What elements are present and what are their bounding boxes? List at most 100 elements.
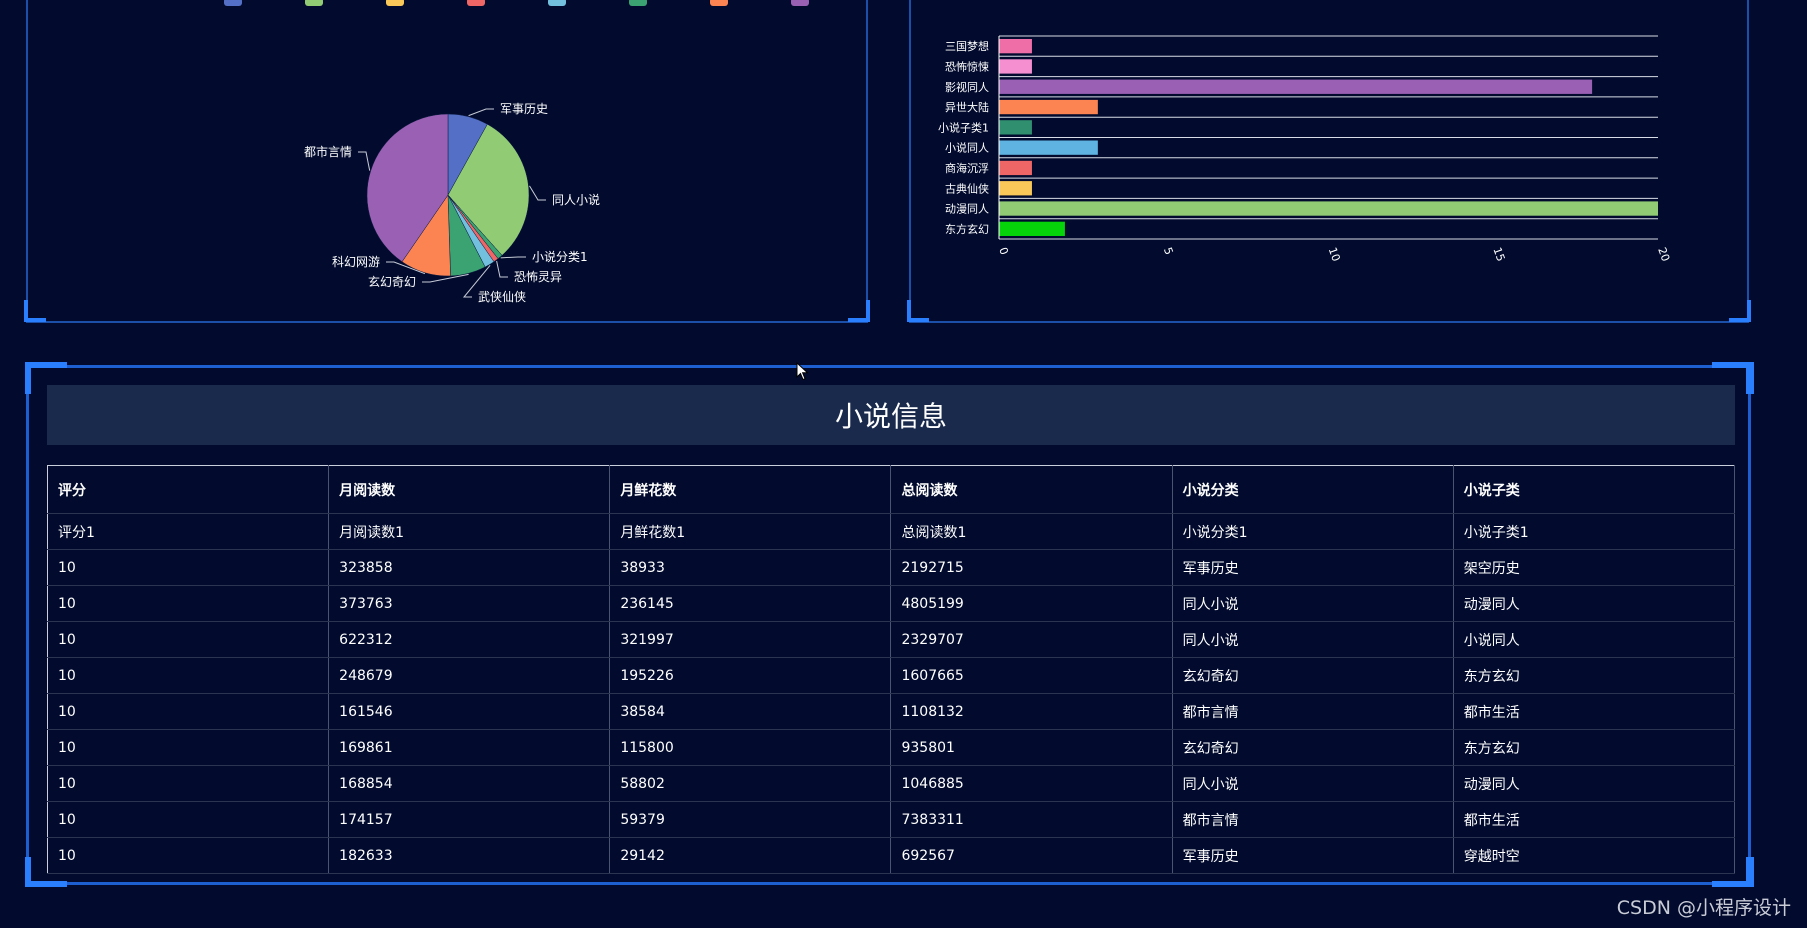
pie-label-line <box>358 151 371 171</box>
table-cell: 692567 <box>890 837 1173 874</box>
bar-chart: 三国梦想恐怖惊悚影视同人异世大陆小说子类1 小说同人商海沉浮古典仙侠动漫同人东方玄… <box>938 35 1672 264</box>
table-cell: 4805199 <box>890 585 1173 622</box>
table-cell: 月鲜花数1 <box>609 513 892 550</box>
table-cell: 58802 <box>609 765 892 802</box>
bar-category-label: 三国梦想 <box>945 39 989 53</box>
table-cell: 59379 <box>609 801 892 838</box>
table-cell: 10 <box>47 585 330 622</box>
pie-label-line <box>500 256 526 259</box>
table-cell: 都市生活 <box>1453 801 1736 838</box>
header-score: 评分 <box>47 465 330 514</box>
table-cell: 小说分类1 <box>1172 513 1454 550</box>
table-row: 10 323858 38933 2192715 军事历史 架空历史 <box>47 549 1736 586</box>
bar-rect[interactable] <box>999 201 1658 216</box>
table-cell: 10 <box>47 549 330 586</box>
novel-info-panel: 小说信息 评分 月阅读数 月鲜花数 总阅读数 小说分类 小说子类 评分1 月阅读数… <box>26 365 1751 885</box>
table-row: 10 161546 38584 1108132 都市言情 都市生活 <box>47 693 1736 730</box>
table-row: 10 182633 29142 692567 军事历史 穿越时空 <box>47 837 1736 874</box>
table-row: 评分1 月阅读数1 月鲜花数1 总阅读数1 小说分类1 小说子类1 <box>47 513 1736 550</box>
table-header-row: 评分 月阅读数 月鲜花数 总阅读数 小说分类 小说子类 <box>47 465 1736 514</box>
table-cell: 10 <box>47 837 330 874</box>
pie-slice-label: 恐怖灵异 <box>514 269 562 284</box>
table-cell: 军事历史 <box>1172 549 1454 586</box>
table-cell: 935801 <box>890 729 1173 766</box>
table-cell: 174157 <box>328 801 611 838</box>
bar-rect[interactable] <box>999 99 1098 115</box>
table-cell: 161546 <box>328 693 611 730</box>
mouse-cursor-icon <box>796 362 809 381</box>
bar-category-label: 动漫同人 <box>945 202 989 216</box>
bar-category-label: 商海沉浮 <box>945 161 989 175</box>
table-cell: 1108132 <box>890 693 1173 730</box>
table-cell: 2329707 <box>890 621 1173 658</box>
table-cell: 168854 <box>328 765 611 802</box>
table-title: 小说信息 <box>47 385 1735 445</box>
bar-rect[interactable] <box>999 221 1065 236</box>
table-cell: 169861 <box>328 729 611 766</box>
pie-slice-label: 玄幻奇幻 <box>368 274 416 289</box>
bar-category-label: 影视同人 <box>945 80 989 94</box>
pie-slice-label: 武侠仙侠 <box>478 290 526 304</box>
table-cell: 10 <box>47 621 330 658</box>
header-total-reads: 总阅读数 <box>890 465 1173 514</box>
header-monthly-flowers: 月鲜花数 <box>609 465 892 514</box>
bar-rect[interactable] <box>999 181 1032 196</box>
bar-rect[interactable] <box>999 79 1593 94</box>
table-cell: 东方玄幻 <box>1453 657 1736 694</box>
header-monthly-reads: 月阅读数 <box>328 465 611 514</box>
bar-x-tick-label: 5 <box>1161 246 1176 257</box>
corner-marker <box>848 318 870 322</box>
bar-rect[interactable] <box>999 140 1098 155</box>
table-cell: 动漫同人 <box>1453 765 1736 802</box>
table-cell: 323858 <box>328 549 611 586</box>
table-cell: 195226 <box>609 657 892 694</box>
table-cell: 总阅读数1 <box>890 513 1173 550</box>
csdn-watermark: CSDN @小程序设计 <box>1616 897 1791 919</box>
table-cell: 622312 <box>328 621 611 658</box>
bar-rect[interactable] <box>999 59 1032 74</box>
table-cell: 都市言情 <box>1172 801 1454 838</box>
table-cell: 10 <box>47 693 330 730</box>
pie-chart: 军事历史同人小说小说分类1 恐怖灵异武侠仙侠 玄幻奇幻 科幻网游 都市言情 <box>304 102 600 304</box>
pie-slice-label: 军事历史 <box>500 102 548 116</box>
table-row: 10 373763 236145 4805199 同人小说 动漫同人 <box>47 585 1736 622</box>
table-cell: 29142 <box>609 837 892 874</box>
corner-marker <box>1746 362 1754 394</box>
bar-x-tick-label: 20 <box>1655 246 1672 264</box>
table-cell: 38584 <box>609 693 892 730</box>
table-row: 10 169861 115800 935801 玄幻奇幻 东方玄幻 <box>47 729 1736 766</box>
pie-label-line <box>496 260 508 278</box>
table-cell: 248679 <box>328 657 611 694</box>
header-category: 小说分类 <box>1172 465 1454 514</box>
table-cell: 236145 <box>609 585 892 622</box>
bar-chart-panel: 三国梦想 恐怖惊悚 影视同人 异世大陆 小说子类1 小说同人 商海沉浮 古典仙侠 动漫同人 东方玄… <box>909 0 1749 323</box>
table-cell: 动漫同人 <box>1453 585 1736 622</box>
table-cell: 都市生活 <box>1453 693 1736 730</box>
bar-category-label: 恐怖惊悚 <box>945 59 989 73</box>
header-subcategory: 小说子类 <box>1453 465 1736 514</box>
table-cell: 同人小说 <box>1172 765 1454 802</box>
bar-rect[interactable] <box>999 39 1032 54</box>
table-cell: 都市言情 <box>1172 693 1454 730</box>
bar-category-label: 古典仙侠 <box>945 181 989 195</box>
pie-slice-label: 科幻网游 <box>332 255 380 269</box>
bar-category-label: 异世大陆 <box>945 100 989 114</box>
corner-marker <box>1729 318 1751 322</box>
bar-x-tick-label: 0 <box>996 246 1011 257</box>
pie-slice-label: 同人小说 <box>552 192 600 207</box>
corner-marker <box>25 362 31 394</box>
table-cell: 小说子类1 <box>1453 513 1736 550</box>
bar-rect[interactable] <box>999 120 1032 135</box>
table-cell: 玄幻奇幻 <box>1172 657 1454 694</box>
corner-marker <box>24 318 46 322</box>
table-cell: 东方玄幻 <box>1453 729 1736 766</box>
novel-info-table: 评分 月阅读数 月鲜花数 总阅读数 小说分类 小说子类 评分1 月阅读数1 月鲜花数… <box>47 465 1736 874</box>
bar-rect[interactable] <box>999 160 1032 176</box>
corner-marker <box>1712 881 1754 887</box>
table-cell: 1607665 <box>890 657 1173 694</box>
corner-marker <box>25 881 67 887</box>
table-cell: 同人小说 <box>1172 585 1454 622</box>
table-cell: 小说同人 <box>1453 621 1736 658</box>
bar-x-tick-label: 15 <box>1490 246 1507 264</box>
bar-x-tick-label: 10 <box>1326 246 1343 264</box>
